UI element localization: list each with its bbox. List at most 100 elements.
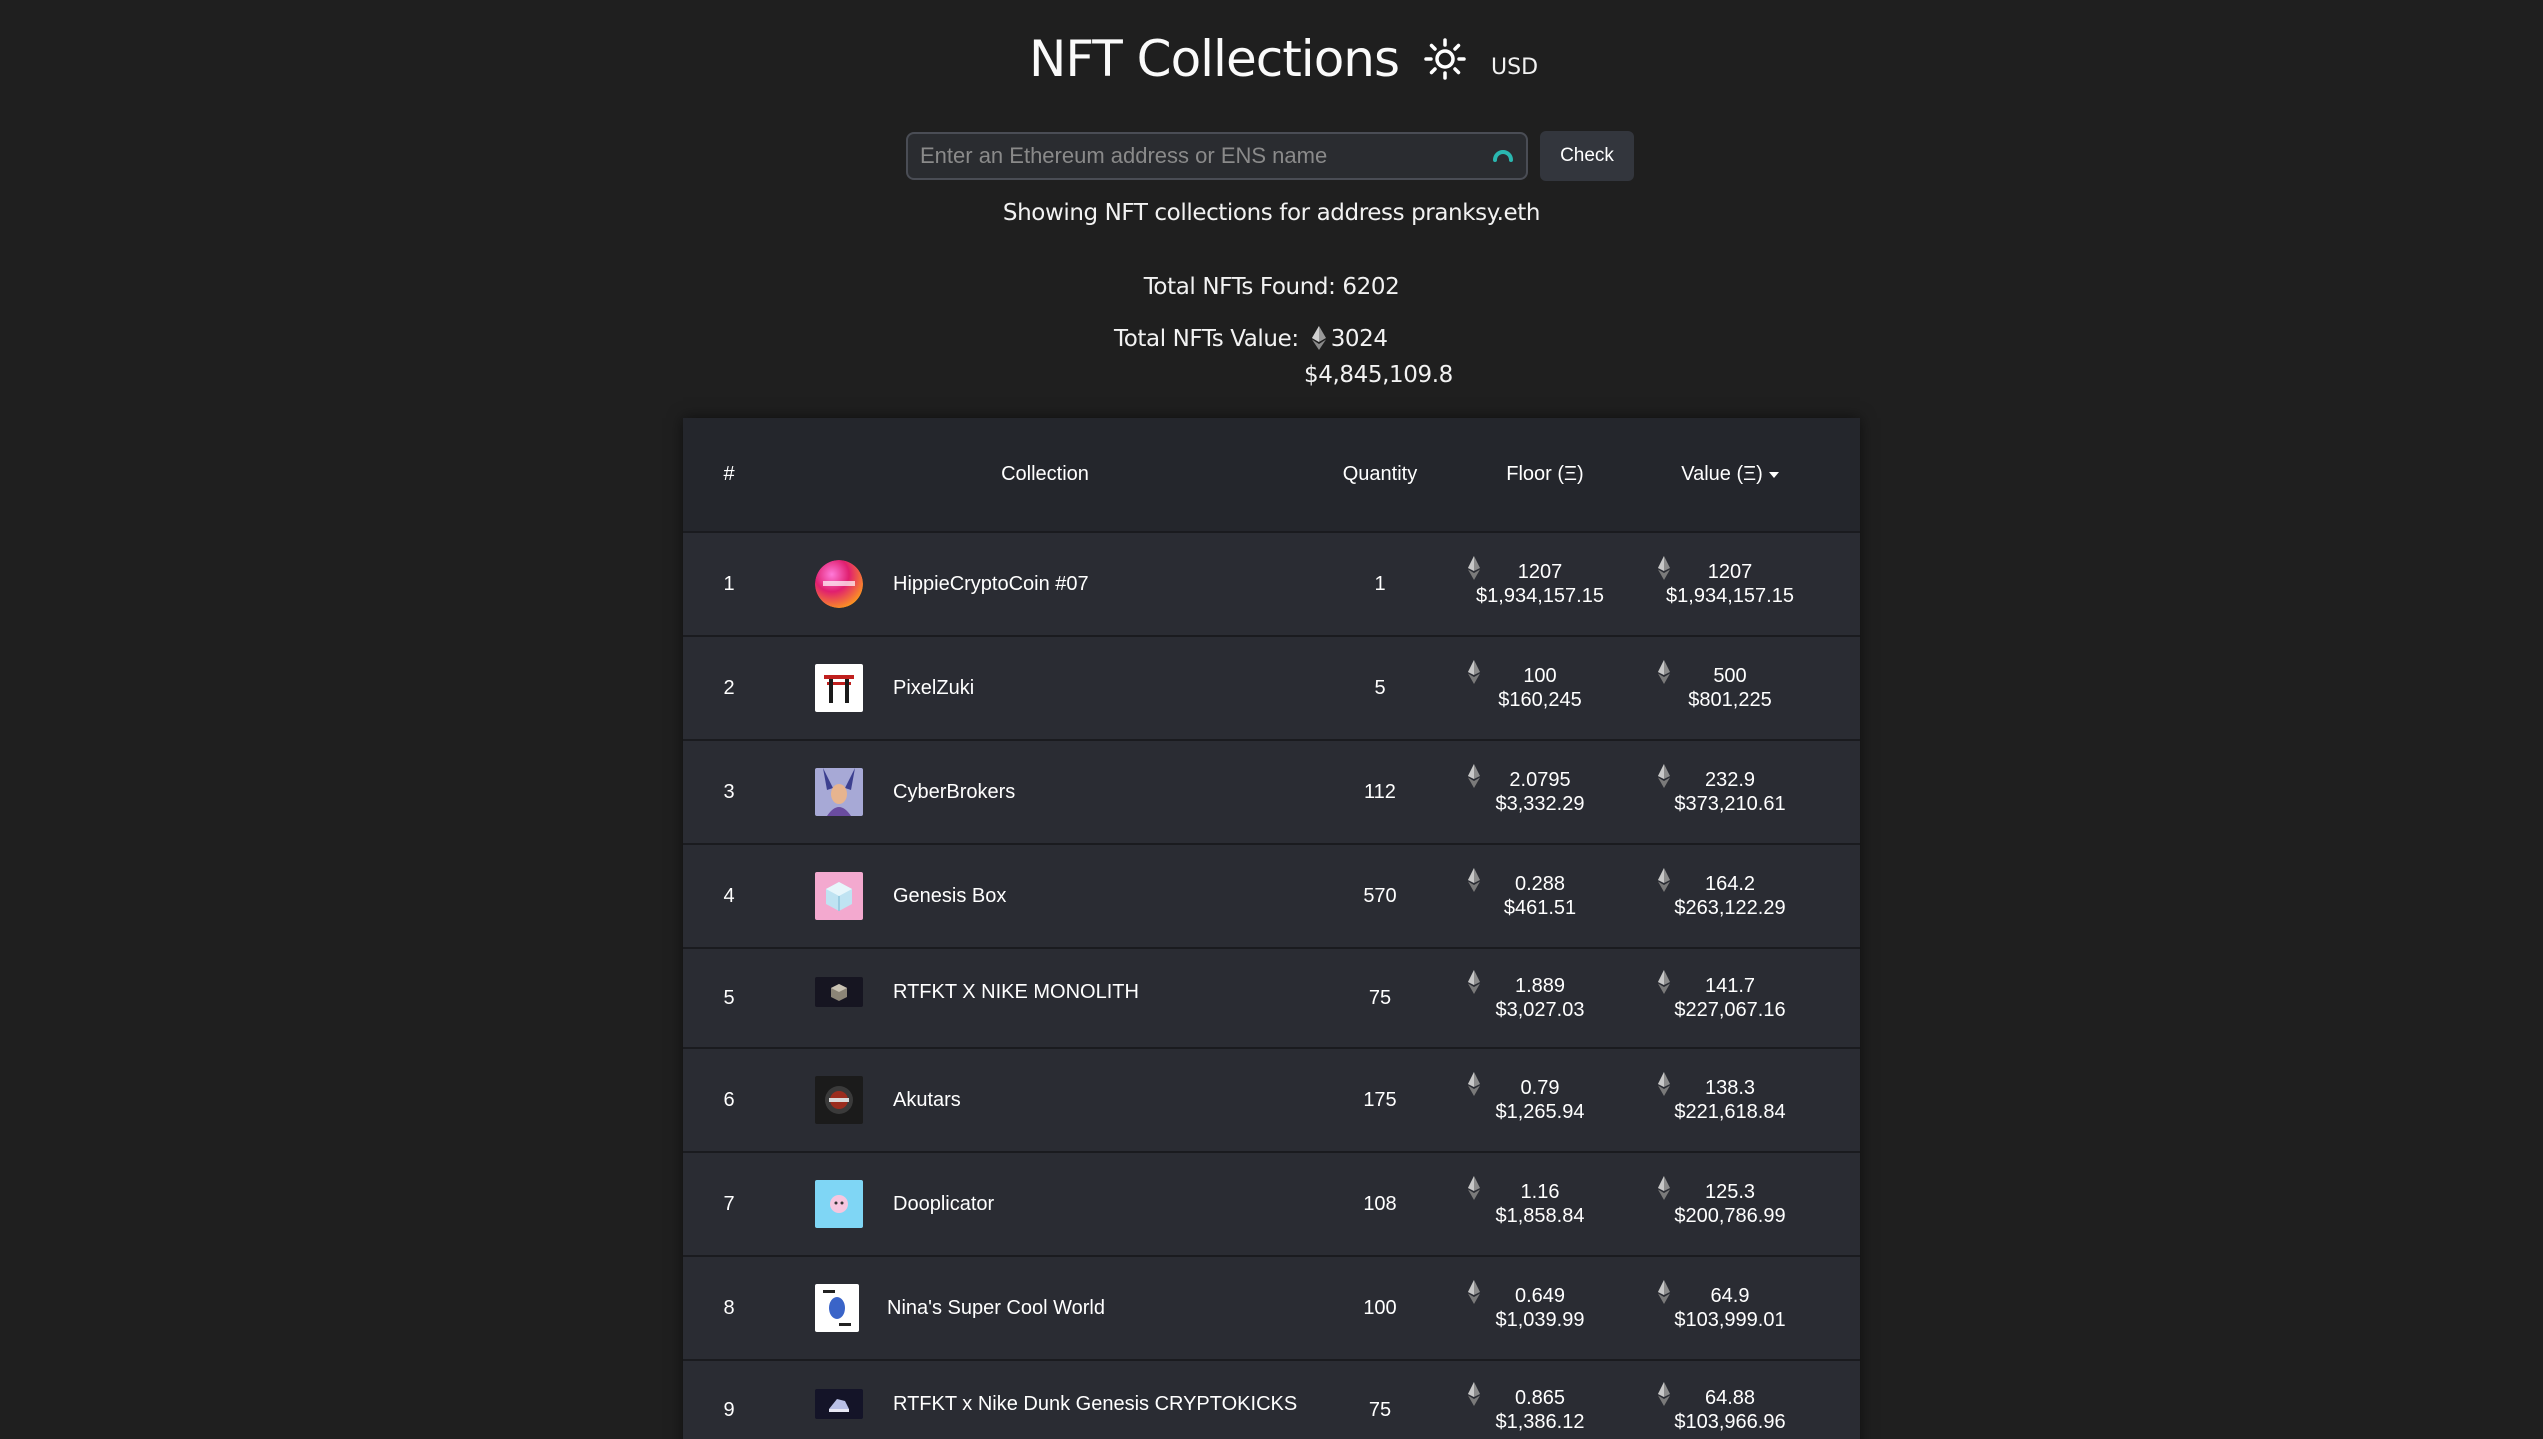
check-button[interactable]: Check [1540,131,1634,181]
collection-cell: Akutars [775,1076,1315,1124]
value-cell: 232.9 $373,210.61 [1635,764,1825,816]
header-value-label: Value (Ξ) [1681,463,1763,485]
header: NFT Collections USD [0,30,2543,88]
table-row[interactable]: 5 RTFKT X NIKE MONOLITH 75 1.889 $3,027.… [683,947,1860,1047]
table-row[interactable]: 3 CyberBrokers 112 2.0795 $3,332.29 232.… [683,739,1860,843]
quantity-cell: 108 [1363,1192,1397,1215]
collection-thumbnail [815,872,863,920]
eth-icon [1658,1072,1670,1096]
collection-cell: Nina's Super Cool World [775,1284,1315,1332]
collection-thumbnail [815,1389,863,1419]
collection-thumbnail [815,768,863,816]
value-usd: $373,210.61 [1674,793,1786,815]
collection-thumbnail [815,664,863,712]
sort-desc-icon [1768,471,1779,478]
value-cell: 164.2 $263,122.29 [1635,868,1825,920]
collection-cell: HippieCryptoCoin #07 [775,560,1315,608]
eth-icon [1658,1280,1670,1304]
value-cell: 141.7 $227,067.16 [1635,970,1825,1022]
header-collection: Collection [1001,463,1089,485]
floor-cell: 0.865 $1,386.12 [1445,1382,1635,1434]
quantity-cell: 1 [1374,572,1386,595]
row-number: 1 [723,572,735,595]
quantity-cell: 175 [1363,1088,1397,1111]
row-number: 6 [723,1088,735,1111]
eth-icon [1658,660,1670,684]
quantity-cell: 75 [1368,986,1392,1009]
total-nfts-found: Total NFTs Found: 6202 [1143,274,1400,300]
currency-toggle[interactable]: USD [1491,55,1538,80]
value-usd: $801,225 [1688,689,1772,711]
eth-icon [1658,764,1670,788]
total-value-eth: 3024 [1330,326,1388,352]
search-row: Check [906,131,1634,181]
collection-cell: RTFKT x Nike Dunk Genesis CRYPTOKICKS [775,1389,1315,1431]
collection-name: RTFKT X NIKE MONOLITH [893,980,1139,1003]
eth-icon [1658,556,1670,580]
floor-usd: $1,039.99 [1495,1309,1585,1331]
collections-table: # Collection Quantity Floor (Ξ) Value (Ξ… [683,418,1860,1439]
floor-cell: 2.0795 $3,332.29 [1445,764,1635,816]
total-value-usd: $4,845,109.8 [1304,362,1453,388]
total-nfts-value: Total NFTs Value: 3024 [1114,326,1388,352]
value-cell: 64.88 $103,966.96 [1635,1382,1825,1434]
table-row[interactable]: 1 HippieCryptoCoin #07 1 1207 $1,934,157… [683,531,1860,635]
table-row[interactable]: 6 Akutars 175 0.79 $1,265.94 138.3 $221,… [683,1047,1860,1151]
floor-usd: $1,265.94 [1495,1101,1585,1123]
eth-icon [1468,1280,1480,1304]
eth-icon [1658,1382,1670,1406]
collection-cell: CyberBrokers [775,768,1315,816]
eth-icon [1311,326,1326,350]
value-cell: 138.3 $221,618.84 [1635,1072,1825,1124]
page-title: NFT Collections [1028,30,1400,88]
header-number: # [723,463,735,485]
collection-name: Dooplicator [893,1192,995,1215]
floor-usd: $461.51 [1503,897,1577,919]
header-floor: Floor (Ξ) [1506,463,1584,485]
collection-thumbnail [815,1180,863,1228]
eth-icon [1468,1072,1480,1096]
floor-usd: $1,934,157.15 [1476,585,1604,607]
eth-icon [1468,868,1480,892]
table-row[interactable]: 8 Nina's Super Cool World 100 0.649 $1,0… [683,1255,1860,1359]
floor-cell: 0.288 $461.51 [1445,868,1635,920]
floor-usd: $1,858.84 [1495,1205,1585,1227]
header-inner: NFT Collections USD [1029,30,1538,88]
floor-cell: 1207 $1,934,157.15 [1445,556,1635,608]
table-row[interactable]: 2 PixelZuki 5 100 $160,245 500 $801,225 [683,635,1860,739]
value-usd: $103,966.96 [1674,1411,1786,1433]
search-input[interactable] [908,134,1526,178]
eth-icon [1468,970,1480,994]
value-cell: 64.9 $103,999.01 [1635,1280,1825,1332]
quantity-cell: 5 [1374,676,1386,699]
value-usd: $103,999.01 [1674,1309,1786,1331]
value-cell: 1207 $1,934,157.15 [1635,556,1825,608]
collection-name: CyberBrokers [893,780,1016,803]
row-number: 4 [723,884,735,907]
collection-name: PixelZuki [893,676,975,699]
table-row[interactable]: 4 Genesis Box 570 0.288 $461.51 164.2 $2… [683,843,1860,947]
row-number: 7 [723,1192,735,1215]
quantity-cell: 75 [1368,1398,1392,1421]
eth-icon [1468,1176,1480,1200]
spinner-icon [1493,150,1513,162]
collection-thumbnail [815,977,863,1007]
row-number: 2 [723,676,735,699]
table-row[interactable]: 9 RTFKT x Nike Dunk Genesis CRYPTOKICKS … [683,1359,1860,1439]
value-usd: $263,122.29 [1674,897,1786,919]
floor-cell: 100 $160,245 [1445,660,1635,712]
header-quantity: Quantity [1342,463,1418,485]
floor-usd: $160,245 [1498,689,1582,711]
table-row[interactable]: 7 Dooplicator 108 1.16 $1,858.84 125.3 $… [683,1151,1860,1255]
header-value-sort[interactable]: Value (Ξ) [1635,463,1825,486]
collection-name: Akutars [893,1088,961,1111]
collection-name: Genesis Box [893,884,1007,907]
page: NFT Collections USD Enter an Ethereum ad… [0,0,2543,1439]
floor-cell: 0.79 $1,265.94 [1445,1072,1635,1124]
value-usd: $227,067.16 [1674,999,1786,1021]
eth-icon [1468,556,1480,580]
table-header: # Collection Quantity Floor (Ξ) Value (Ξ… [683,418,1860,531]
eth-icon [1468,764,1480,788]
sun-icon[interactable] [1423,37,1467,81]
collection-name: HippieCryptoCoin #07 [893,572,1089,595]
